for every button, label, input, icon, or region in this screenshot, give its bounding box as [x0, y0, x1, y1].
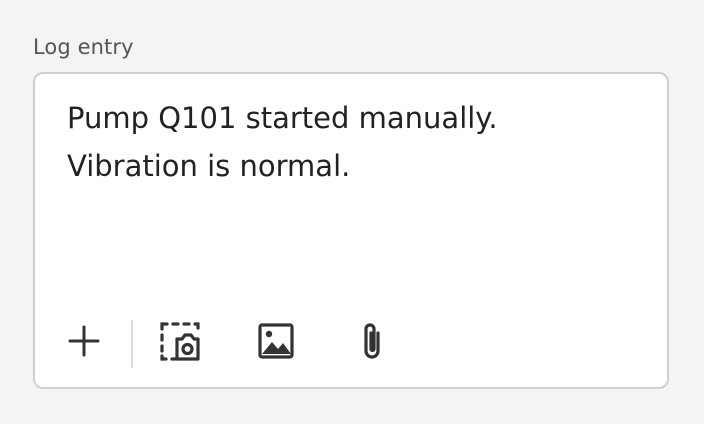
entry-toolbar [35, 310, 667, 374]
toolbar-divider [131, 320, 133, 368]
paperclip-icon [364, 323, 380, 359]
plus-icon [68, 325, 100, 357]
image-icon [258, 323, 294, 359]
insert-image-button[interactable] [251, 316, 301, 366]
log-entry-label: Log entry [33, 35, 134, 59]
add-button[interactable] [59, 316, 109, 366]
take-photo-button[interactable] [155, 316, 205, 366]
log-entry-textarea[interactable]: Pump Q101 started manually. Vibration is… [67, 94, 637, 294]
attach-file-button[interactable] [347, 316, 397, 366]
log-entry-box: Pump Q101 started manually. Vibration is… [33, 72, 669, 389]
camera-capture-icon [160, 322, 200, 361]
